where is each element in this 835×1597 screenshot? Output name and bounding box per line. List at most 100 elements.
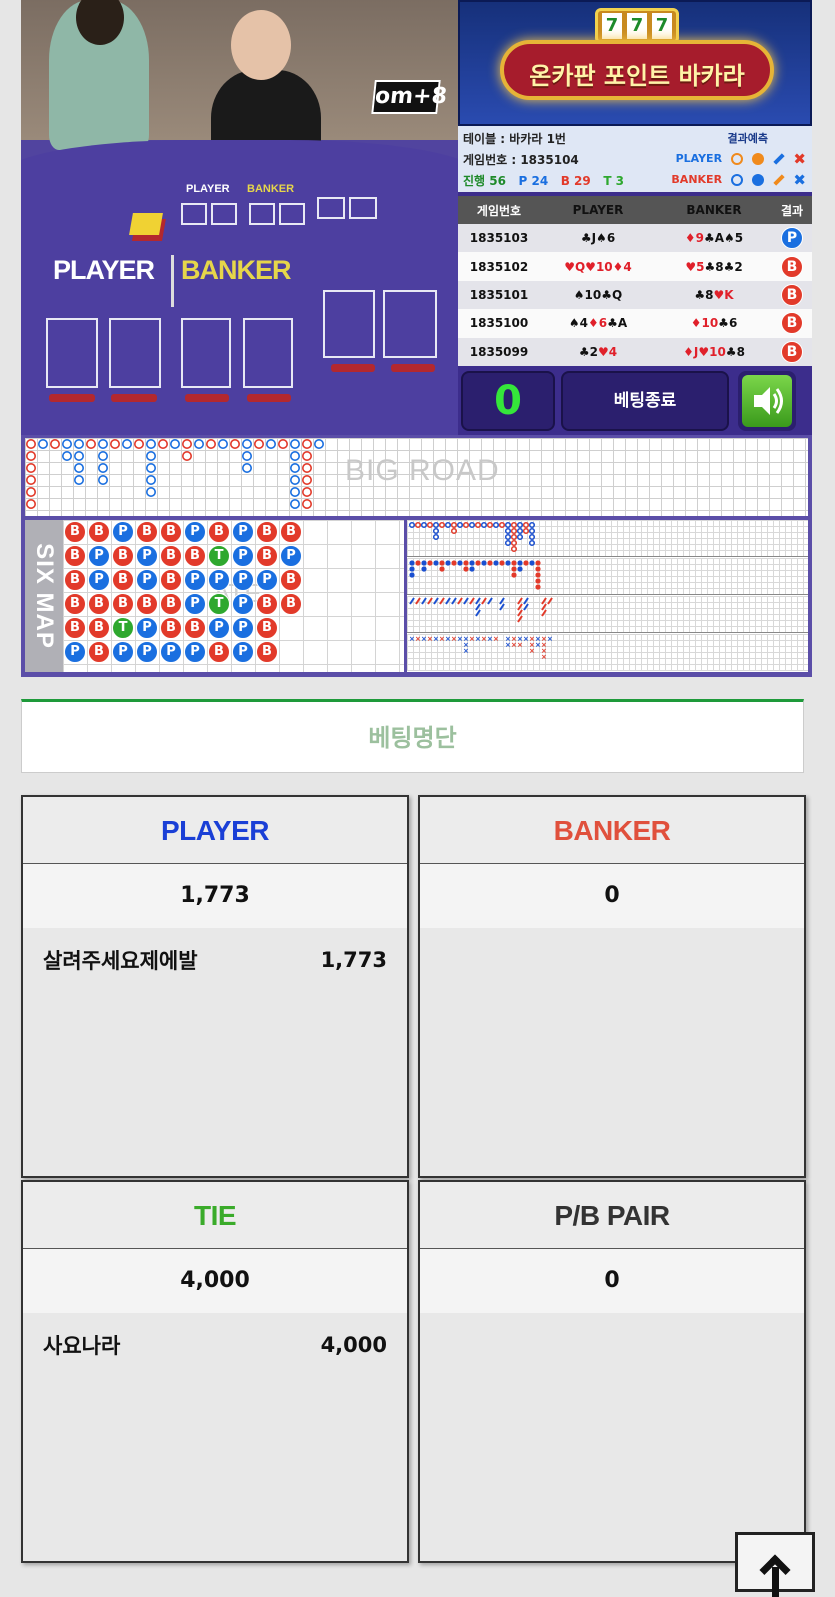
big-road-mark xyxy=(289,439,300,449)
six-map-bead: B xyxy=(160,545,182,567)
player-bets-header: PLAYER xyxy=(23,797,407,864)
pair-bets-total: 0 xyxy=(420,1249,804,1313)
svg-text:×: × xyxy=(475,635,481,643)
big-road-mark xyxy=(98,451,109,461)
big-road-mark xyxy=(61,439,72,449)
game-id: 1835102 xyxy=(469,259,529,274)
player-count: P 24 xyxy=(518,174,549,188)
six-map-bead: B xyxy=(256,641,278,663)
player-cards: ♣2♥4 xyxy=(578,344,618,359)
predict-player-row[interactable]: PLAYER ✖ xyxy=(676,150,806,168)
six-map-bead: P xyxy=(232,593,254,615)
six-map-bead: B xyxy=(256,545,278,567)
extra-card-slot xyxy=(383,290,437,358)
player-cards: ♠10♣Q xyxy=(573,287,623,302)
six-map-bead: P xyxy=(184,569,206,591)
svg-text:×: × xyxy=(427,635,433,643)
six-map-bead: B xyxy=(64,617,86,639)
predict-banker-row[interactable]: BANKER ✖ xyxy=(671,171,806,189)
big-road-mark xyxy=(301,462,312,473)
big-road-mark xyxy=(158,439,169,449)
betting-status: 베팅종료 xyxy=(561,371,729,431)
six-map-bead: B xyxy=(64,593,86,615)
big-road-mark xyxy=(146,486,157,497)
six-map-bead: P xyxy=(232,569,254,591)
big-road-mark xyxy=(194,439,205,449)
history-row: 1835101 ♠10♣Q ♣8♥K B xyxy=(458,280,812,310)
svg-text:×: × xyxy=(409,635,415,643)
six-map-bead: P xyxy=(160,641,182,663)
six-map-bead: B xyxy=(280,569,302,591)
result-badge: B xyxy=(781,312,803,335)
six-map-bead: T xyxy=(208,593,230,615)
game-info-panel: 777 온카판 포인트 바카라 테이블 : 바카라 1번 게임번호 : 1835… xyxy=(458,0,812,435)
six-map-bead: B xyxy=(88,521,110,543)
svg-text:×: × xyxy=(487,635,493,643)
six-map-bead: B xyxy=(112,545,134,567)
table-small-player-label: PLAYER xyxy=(186,183,230,195)
player-bets-panel: PLAYER 1,773 살려주세요제에발 1,773 xyxy=(21,795,409,1178)
bet-amount: 1,773 xyxy=(320,948,387,972)
six-map-bead: B xyxy=(280,521,302,543)
svg-text:×: × xyxy=(439,635,445,643)
big-road-mark xyxy=(230,439,241,449)
six-map-bead: B xyxy=(64,545,86,567)
big-road-mark xyxy=(98,462,109,473)
six-map-bead: B xyxy=(256,521,278,543)
player-cards: ♠4♦6♣A xyxy=(568,316,628,331)
promo-banner: 777 온카판 포인트 바카라 xyxy=(458,0,812,126)
svg-text:×: × xyxy=(433,635,439,643)
big-road-mark xyxy=(26,474,36,485)
history-header: 게임번호 PLAYER BANKER 결과 xyxy=(458,196,812,224)
big-road-mark xyxy=(301,498,312,509)
banker-cards: ♦J♥10♣8 xyxy=(683,344,745,359)
big-road-watermark: BIG ROAD xyxy=(345,454,500,487)
pair-bets-panel: P/B PAIR 0 xyxy=(418,1180,806,1563)
big-road-mark xyxy=(301,486,312,497)
big-road-mark xyxy=(313,439,324,449)
game-stats: 진행 56 P 24 B 29 T 3 xyxy=(463,172,624,189)
big-road-mark xyxy=(73,462,84,473)
six-map-bead: P xyxy=(232,641,254,663)
live-video: om+8 PLAYER BANKER PLAYER BANKER xyxy=(21,0,458,435)
six-map-label: SIX MAP xyxy=(31,543,58,649)
big-road-mark xyxy=(122,439,133,449)
six-map-bead: B xyxy=(208,641,230,663)
six-map-bead: B xyxy=(160,593,182,615)
banker-count: B 29 xyxy=(560,174,591,188)
big-road-mark xyxy=(242,451,253,461)
big-road-mark xyxy=(98,439,109,449)
six-map-bead: P xyxy=(184,521,206,543)
big-road-mark xyxy=(301,451,312,461)
six-map-bead: B xyxy=(112,593,134,615)
bet-amount: 4,000 xyxy=(320,1333,387,1357)
big-road-mark xyxy=(26,498,36,509)
big-road-mark xyxy=(26,451,36,461)
table-banker-label: BANKER xyxy=(181,255,292,285)
history-row: 1835102 ♥Q♥10♦4 ♥5♣8♣2 B xyxy=(458,252,812,281)
big-road-mark xyxy=(26,462,36,473)
result-badge: B xyxy=(781,255,803,278)
svg-text:×: × xyxy=(547,635,553,643)
x-icon: ✖ xyxy=(793,150,806,168)
bettor-name: 살려주세요제에발 xyxy=(43,949,198,973)
sound-button[interactable] xyxy=(738,371,796,431)
table-info: 테이블 : 바카라 1번 게임번호 : 1835104 진행 56 P 24 B… xyxy=(458,126,812,192)
svg-text:×: × xyxy=(535,641,541,649)
big-road-mark xyxy=(38,439,48,449)
cockroach-road xyxy=(407,596,808,633)
bet-entry: 사요나라 4,000 xyxy=(23,1313,407,1377)
history-row: 1835103 ♣J♠6 ♦9♣A♠5 P xyxy=(458,224,812,253)
six-map-bead: P xyxy=(112,521,134,543)
six-map-bead: T xyxy=(208,545,230,567)
big-road-mark xyxy=(73,474,84,485)
banker-cards: ♥5♣8♣2 xyxy=(685,259,743,274)
svg-text:×: × xyxy=(469,635,475,643)
big-road-mark xyxy=(134,439,145,449)
six-map-bead: B xyxy=(160,569,182,591)
line-icon xyxy=(772,174,785,186)
six-map-bead: B xyxy=(136,521,158,543)
line-icon xyxy=(772,153,785,165)
scroll-top-button[interactable] xyxy=(735,1532,815,1597)
circle-outline-icon xyxy=(730,174,743,186)
